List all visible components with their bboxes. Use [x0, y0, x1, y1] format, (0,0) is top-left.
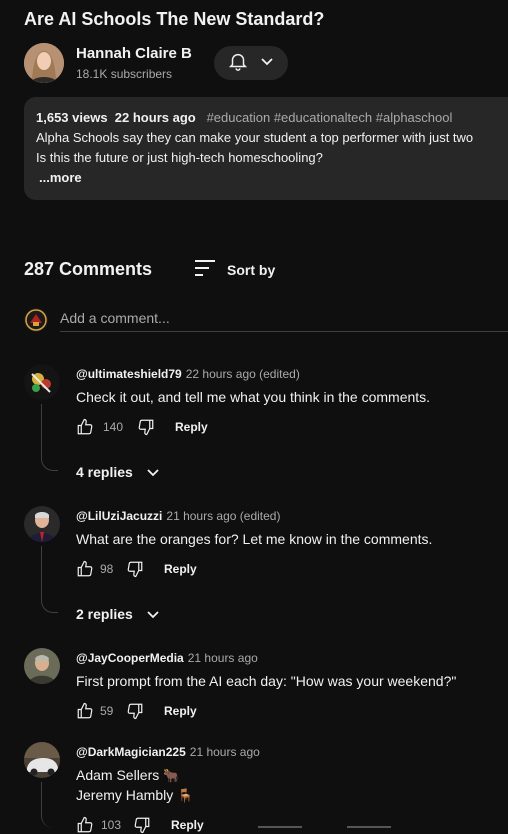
comment-header: @JayCooperMedia 21 hours ago: [76, 651, 258, 665]
replies-count: 4 replies: [76, 464, 133, 480]
comment-actions: 140 Reply: [76, 418, 208, 436]
chevron-down-icon: [259, 53, 275, 74]
bull-emoji: 🐂: [163, 768, 180, 783]
comment-time[interactable]: 22 hours ago (edited): [186, 367, 300, 381]
comment-actions: 59 Reply: [76, 702, 197, 720]
dislike-icon[interactable]: [126, 702, 144, 720]
like-icon[interactable]: [76, 702, 94, 720]
view-replies-button[interactable]: 2 replies: [76, 606, 161, 622]
comment-text: Jeremy Hambly: [76, 787, 174, 803]
comment-author[interactable]: @LilUziJacuzzi: [76, 509, 162, 523]
reply-button[interactable]: Reply: [171, 818, 204, 832]
like-count: 140: [103, 420, 124, 434]
comment-avatar[interactable]: [24, 742, 60, 778]
like-icon[interactable]: [76, 560, 94, 578]
comment-actions: 103 Reply: [76, 816, 204, 834]
hashtag-link[interactable]: #education: [207, 110, 271, 125]
comment-avatar[interactable]: [24, 648, 60, 684]
thread-line: [41, 404, 58, 471]
add-comment-underline: [60, 331, 508, 332]
sort-by-label: Sort by: [227, 261, 276, 278]
reply-button[interactable]: Reply: [175, 420, 208, 434]
thread-line: [41, 782, 58, 828]
view-replies-button[interactable]: 4 replies: [76, 464, 161, 480]
like-icon[interactable]: [76, 418, 94, 436]
dislike-icon[interactable]: [126, 560, 144, 578]
subscriber-count: 18.1K subscribers: [76, 67, 173, 81]
like-count: 59: [100, 704, 114, 718]
hashtag-link[interactable]: #educationaltech: [274, 110, 372, 125]
comment-actions: 98 Reply: [76, 560, 197, 578]
sort-by-button[interactable]: Sort by: [195, 259, 275, 280]
comment-text-line: Jeremy Hambly 🪑: [76, 787, 193, 804]
sort-icon: [195, 259, 217, 280]
chair-emoji: 🪑: [177, 788, 194, 803]
hashtag-link[interactable]: #alphaschool: [376, 110, 453, 125]
comments-count: 287 Comments: [24, 259, 153, 279]
comment-avatar[interactable]: [24, 364, 60, 400]
dislike-icon[interactable]: [137, 418, 155, 436]
like-count: 103: [101, 818, 122, 832]
view-count: 1,653 views: [36, 110, 108, 125]
add-comment-input[interactable]: Add a comment...: [60, 310, 170, 326]
like-icon[interactable]: [76, 816, 94, 834]
description-box[interactable]: 1,653 views 22 hours ago #education #edu…: [24, 97, 508, 200]
reply-button[interactable]: Reply: [164, 704, 197, 718]
like-count: 98: [100, 562, 114, 576]
comment-text: Check it out, and tell me what you think…: [76, 389, 431, 405]
comment-header: @LilUziJacuzzi 21 hours ago (edited): [76, 509, 280, 523]
comment-header: @ultimateshield79 22 hours ago (edited): [76, 367, 300, 381]
comment-text: Adam Sellers: [76, 767, 160, 783]
video-title: Are AI Schools The New Standard?: [24, 9, 325, 29]
bell-icon: [227, 50, 249, 77]
comment-text-line: Adam Sellers 🐂: [76, 767, 179, 784]
my-avatar: [24, 308, 48, 332]
channel-name[interactable]: Hannah Claire B: [76, 45, 192, 62]
description-line: Alpha Schools say they can make your stu…: [36, 130, 474, 145]
comment-time[interactable]: 21 hours ago: [188, 651, 258, 665]
comment-author[interactable]: @ultimateshield79: [76, 367, 182, 381]
dislike-icon[interactable]: [133, 816, 151, 834]
comment-author[interactable]: @JayCooperMedia: [76, 651, 184, 665]
comment-text: What are the oranges for? Let me know in…: [76, 531, 433, 547]
description-meta: 1,653 views 22 hours ago #education #edu…: [36, 110, 452, 125]
chevron-down-icon: [145, 464, 161, 480]
replies-count: 2 replies: [76, 606, 133, 622]
comment-header: @DarkMagician225 21 hours ago: [76, 745, 260, 759]
description-line: Is this the future or just high-tech hom…: [36, 150, 323, 165]
notification-bell-button[interactable]: [214, 46, 288, 80]
chevron-down-icon: [145, 606, 161, 622]
comment-time[interactable]: 21 hours ago: [190, 745, 260, 759]
channel-avatar[interactable]: [24, 43, 64, 83]
upload-age: 22 hours ago: [114, 110, 196, 125]
comment-avatar[interactable]: [24, 506, 60, 542]
comment-author[interactable]: @DarkMagician225: [76, 745, 186, 759]
show-more-link[interactable]: ...more: [39, 170, 82, 185]
comment-text: First prompt from the AI each day: "How …: [76, 673, 457, 689]
reply-button[interactable]: Reply: [164, 562, 197, 576]
comment-time[interactable]: 21 hours ago (edited): [166, 509, 280, 523]
thread-line: [41, 546, 58, 613]
